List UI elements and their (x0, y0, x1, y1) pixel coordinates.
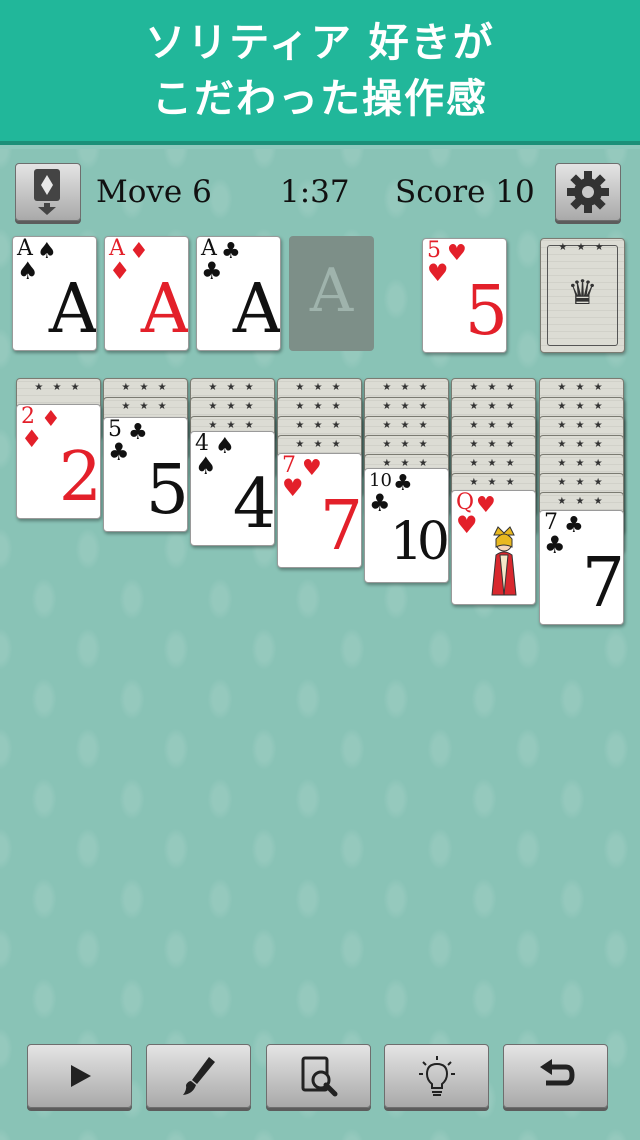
card-suit: ♣ (369, 489, 391, 517)
magnifier-card-icon (301, 1056, 337, 1097)
card-suit: ♠ (37, 239, 57, 264)
play-button[interactable] (27, 1044, 132, 1108)
card-suit: ♠ (215, 434, 235, 459)
card-back-stars: ★ ★ ★ (295, 382, 344, 393)
foundation-spades[interactable]: A ♠ ♠ A (12, 236, 97, 351)
card-suit: ♦ (41, 407, 61, 432)
card-rank-large: 4 (232, 465, 274, 544)
card-suit: ♠ (17, 257, 39, 285)
card-stack-arrow-icon (34, 169, 60, 215)
card-suit: ♣ (564, 513, 584, 538)
card-back-stars: ★ ★ ★ (557, 401, 606, 412)
card-suit: ♦ (109, 257, 131, 285)
card-suit: ♣ (128, 420, 148, 445)
card-suit: ♣ (201, 257, 223, 285)
tableau-card-col3[interactable]: 4 ♠ ♠ 4 (190, 431, 275, 546)
foundation-clubs[interactable]: A ♣ ♣ A (196, 236, 281, 351)
card-rank-large: A (232, 270, 280, 349)
empty-slot-letter: A (309, 256, 354, 326)
promo-banner: ソリティア 好きが こだわった操作感 (0, 0, 640, 145)
card-back-stars: ★ ★ ★ (382, 401, 431, 412)
tableau-card-col2[interactable]: 5 ♣ ♣ 5 (103, 417, 188, 532)
card-back-stars: ★ ★ ★ (295, 439, 344, 450)
deal-mode-button[interactable] (15, 163, 81, 221)
card-back-stars: ★ ★ ★ (208, 382, 257, 393)
card-back-stars: ★ ★ ★ (469, 439, 518, 450)
card-back-stars: ★ ★ ★ (382, 382, 431, 393)
card-suit: ♥ (456, 511, 478, 539)
card-back-stars: ★ ★ ★ (34, 382, 83, 393)
move-counter: Move 6 (96, 174, 212, 210)
card-suit: ♦ (129, 239, 149, 264)
foundation-empty-slot[interactable]: A (289, 236, 374, 351)
card-suit: ♥ (282, 474, 304, 502)
card-suit: ♥ (447, 241, 467, 266)
card-suit: ♣ (221, 239, 241, 264)
card-suit: ♥ (427, 259, 449, 287)
card-back-stars: ★ ★ ★ (469, 382, 518, 393)
tableau-card-col4[interactable]: 7 ♥ ♥ 7 (277, 453, 362, 568)
play-icon (70, 1065, 91, 1087)
foundation-diamonds[interactable]: A ♦ ♦ A (104, 236, 189, 351)
card-suit: ♥ (476, 493, 496, 518)
card-suit: ♦ (21, 425, 43, 453)
card-suit: ♣ (108, 438, 130, 466)
card-rank-large: 7 (319, 487, 361, 566)
tableau-card-col6[interactable]: Q ♥ ♥ (451, 490, 536, 605)
waste-card[interactable]: 5 ♥ ♥ 5 (422, 238, 507, 353)
card-back-stars: ★ ★ ★ (382, 420, 431, 431)
card-rank-large: A (48, 270, 96, 349)
undo-icon (539, 1059, 575, 1086)
card-back-stars: ★ ★ ★ (557, 420, 606, 431)
lightbulb-icon (418, 1056, 455, 1096)
card-suit: ♣ (544, 531, 566, 559)
card-rank-large: 7 (581, 544, 623, 623)
card-back-stars: ★ ★ ★ (208, 401, 257, 412)
card-back-stars: ★ ★ ★ (557, 496, 606, 507)
card-rank-large: A (140, 270, 188, 349)
card-back-stars: ★ ★ ★ (469, 401, 518, 412)
card-suit: ♥ (302, 456, 322, 481)
tableau-card-col1[interactable]: 2 ♦ ♦ 2 (16, 404, 101, 519)
card-back-stars: ★ ★ ★ (557, 439, 606, 450)
timer: 1:37 (280, 174, 350, 210)
search-button[interactable] (266, 1044, 371, 1108)
tableau-card-col5[interactable]: 10 ♣ ♣ 10 (364, 468, 449, 583)
card-back-stars: ★ ★ ★ (469, 420, 518, 431)
card-back-stars: ★ ★ ★ (557, 382, 606, 393)
card-back-stars: ★ ★ ★ (295, 401, 344, 412)
card-back-stars: ★ ★ ★ (208, 420, 257, 431)
queen-portrait-icon (491, 526, 517, 596)
card-back-stars: ★ ★ ★ (121, 401, 170, 412)
card-back-stars: ★ ★ ★ (121, 382, 170, 393)
card-back-stars: ★ ★ ★ (469, 458, 518, 469)
card-back-stars: ★ ★ ★ (382, 439, 431, 450)
hint-button[interactable] (384, 1044, 489, 1108)
theme-button[interactable] (146, 1044, 251, 1108)
score: Score 10 (395, 174, 535, 210)
card-rank-large: 5 (464, 272, 506, 351)
undo-button[interactable] (503, 1044, 608, 1108)
tableau-card-col7[interactable]: 7 ♣ ♣ 7 (539, 510, 624, 625)
card-suit: ♣ (393, 471, 413, 496)
card-rank-large: 10 (389, 512, 448, 572)
banner-line-2: こだわった操作感 (152, 76, 488, 122)
card-suit: ♠ (195, 452, 217, 480)
banner-line-1: ソリティア 好きが (145, 20, 495, 66)
gear-icon (567, 171, 609, 213)
paintbrush-icon (182, 1057, 215, 1095)
stock-pile[interactable]: ★ ★ ★ ♛ (540, 238, 625, 353)
card-rank-large: 2 (58, 438, 100, 517)
card-rank-large: 5 (145, 451, 187, 530)
card-back-stars: ★ ★ ★ (469, 477, 518, 488)
card-back-stars: ★ ★ ★ (295, 420, 344, 431)
card-back-stars: ★ ★ ★ (557, 458, 606, 469)
settings-button[interactable] (555, 163, 621, 221)
card-back-stars: ★ ★ ★ (558, 242, 607, 253)
crown-icon: ♛ (567, 273, 598, 313)
card-back-stars: ★ ★ ★ (557, 477, 606, 488)
